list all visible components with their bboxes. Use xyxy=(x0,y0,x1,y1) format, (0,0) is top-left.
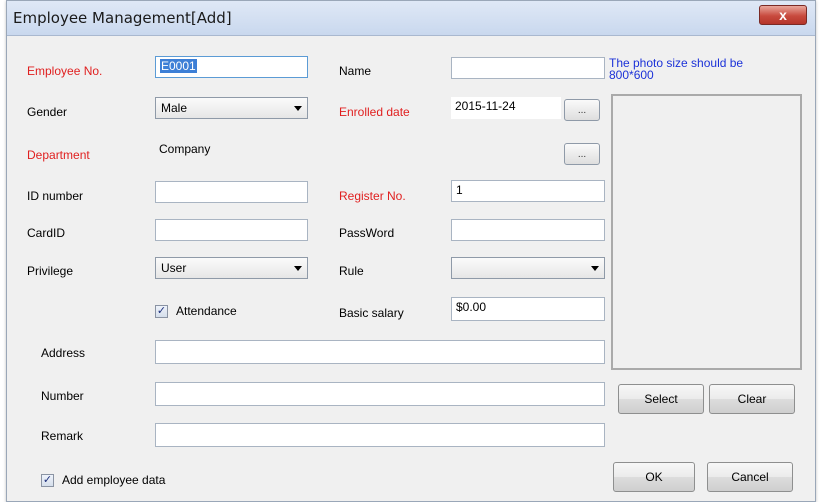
number-input[interactable] xyxy=(155,382,605,406)
employee-no-value: E0001 xyxy=(160,59,197,73)
privilege-select[interactable]: User xyxy=(155,257,308,279)
name-label: Name xyxy=(339,64,372,78)
remark-input[interactable] xyxy=(155,423,605,447)
attendance-label: Attendance xyxy=(176,304,237,318)
id-number-label: ID number xyxy=(27,189,84,203)
title-bar: Employee Management[Add] x xyxy=(7,1,815,36)
rule-label: Rule xyxy=(339,264,364,278)
name-input[interactable] xyxy=(451,57,605,79)
add-employee-checkbox[interactable]: ✓ xyxy=(41,474,54,487)
number-label: Number xyxy=(41,389,84,403)
close-button[interactable]: x xyxy=(759,5,807,25)
ok-button[interactable]: OK xyxy=(613,462,695,492)
department-browse-button[interactable]: ... xyxy=(564,143,600,165)
chevron-down-icon xyxy=(591,266,599,271)
gender-value: Male xyxy=(161,101,188,115)
address-label: Address xyxy=(41,346,86,360)
clear-photo-button[interactable]: Clear xyxy=(709,384,795,414)
chevron-down-icon xyxy=(294,106,302,111)
register-no-label: Register No. xyxy=(339,189,406,203)
rule-select[interactable] xyxy=(451,257,605,279)
password-input[interactable] xyxy=(451,219,605,241)
select-photo-button[interactable]: Select xyxy=(618,384,704,414)
department-input[interactable]: Company xyxy=(155,140,605,164)
add-employee-label: Add employee data xyxy=(62,473,166,487)
photo-preview xyxy=(611,94,802,370)
password-label: PassWord xyxy=(339,226,395,240)
enrolled-date-input[interactable]: 2015-11-24 xyxy=(451,97,561,119)
enrolled-date-label: Enrolled date xyxy=(339,105,410,119)
gender-select[interactable]: Male xyxy=(155,97,308,119)
card-id-label: CardID xyxy=(27,226,66,240)
basic-salary-input[interactable]: $0.00 xyxy=(451,297,605,321)
window-title: Employee Management[Add] xyxy=(13,9,232,27)
chevron-down-icon xyxy=(294,266,302,271)
remark-label: Remark xyxy=(41,429,84,443)
employee-no-label: Employee No. xyxy=(27,64,103,78)
photo-size-hint: The photo size should be 800*600 xyxy=(609,56,744,82)
cancel-button[interactable]: Cancel xyxy=(707,462,793,492)
employee-no-input[interactable]: E0001 xyxy=(155,56,308,78)
gender-label: Gender xyxy=(27,105,68,119)
register-no-input[interactable]: 1 xyxy=(451,180,605,202)
id-number-input[interactable] xyxy=(155,181,308,203)
enrolled-date-browse-button[interactable]: ... xyxy=(564,99,600,121)
attendance-checkbox[interactable]: ✓ xyxy=(155,305,168,318)
basic-salary-label: Basic salary xyxy=(339,306,404,320)
employee-dialog: Employee Management[Add] x Employee No. … xyxy=(6,0,816,502)
address-input[interactable] xyxy=(155,340,605,364)
department-label: Department xyxy=(27,148,90,162)
privilege-value: User xyxy=(161,261,187,275)
privilege-label: Privilege xyxy=(27,264,74,278)
card-id-input[interactable] xyxy=(155,219,308,241)
